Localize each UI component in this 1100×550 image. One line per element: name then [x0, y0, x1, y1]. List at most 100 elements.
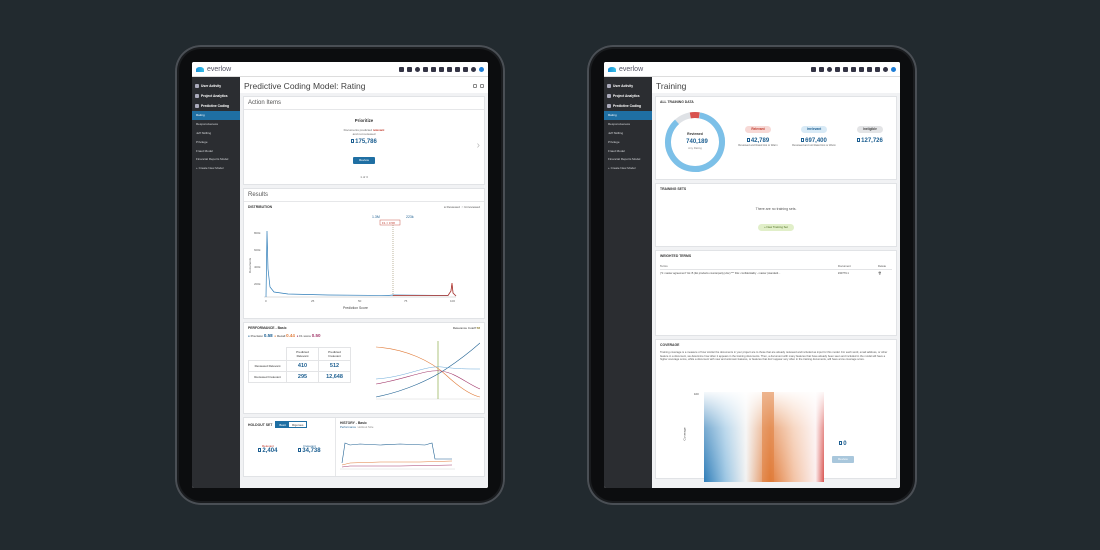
search-icon[interactable]	[415, 66, 420, 72]
avatar[interactable]	[479, 66, 484, 72]
sidebar-section-predictive-coding[interactable]: Predictive Coding	[604, 101, 652, 111]
gem-icon[interactable]	[463, 66, 468, 72]
coverage-side: 0 Review	[832, 441, 854, 465]
chart-icon[interactable]	[423, 66, 428, 72]
history-section: HISTORY - Basic Performance Holdout Size	[336, 418, 484, 476]
row-header: Reviewed Irrelevant	[248, 371, 287, 383]
sidebar-item-fraud-model[interactable]: Fraud Model	[192, 146, 240, 155]
home-icon[interactable]	[811, 66, 816, 72]
document-icon	[839, 441, 843, 446]
wt-document[interactable]: #40779.1	[838, 272, 878, 275]
holdout-irrelevant-value: 34,738	[302, 448, 321, 454]
all-training-panel: ALL TRAINING DATA Reviewed 740,189 Any R…	[655, 96, 897, 180]
toolbar-icons	[811, 66, 896, 72]
holdout-toggle[interactable]: Basic Rigorous	[275, 421, 308, 428]
sidebar-item-create-model[interactable]: + Create New Model	[604, 164, 652, 173]
sidebar-item-create-model[interactable]: + Create New Model	[192, 164, 240, 173]
reviewed-curve	[265, 230, 457, 298]
sidebar-item-rating[interactable]: Rating	[604, 111, 652, 120]
gem-icon[interactable]	[875, 66, 880, 72]
toggle-basic[interactable]: Basic	[276, 422, 290, 427]
bell-icon[interactable]	[867, 66, 872, 72]
history-chart	[340, 442, 455, 470]
edit-icon[interactable]	[431, 66, 436, 72]
distribution-chart: 1.3M 223k F1 = 0.58 800k 600k 400k 200k	[248, 215, 457, 310]
users-icon[interactable]	[819, 66, 824, 72]
sidebar-item-financial-reports[interactable]: Financial Reports Model	[192, 155, 240, 164]
relevance-cutoff-label: Relevance Cutoff	[452, 326, 476, 330]
sidebar-item-responsiveness[interactable]: Responsiveness	[192, 120, 240, 129]
help-icon[interactable]	[883, 66, 888, 72]
everlow-logo[interactable]: everlow	[196, 66, 231, 73]
document-icon	[857, 138, 861, 143]
document-icon	[351, 139, 355, 144]
trash-icon[interactable]: 🗑	[878, 272, 892, 275]
sidebar-item-fraud-model[interactable]: Fraud Model	[604, 146, 652, 155]
chart-icon[interactable]	[835, 66, 840, 72]
pager: 1 of 3	[360, 175, 368, 179]
coverage-review-button[interactable]: Review	[832, 455, 854, 463]
sidebar-item-rating[interactable]: Rating	[192, 111, 240, 120]
prioritize-count: 175,786	[355, 139, 377, 145]
sidebar-section-project-analytics[interactable]: Project Analytics	[192, 91, 240, 101]
sidebar-item-financial-reports[interactable]: Financial Reports Model	[604, 155, 652, 164]
relevant-curve	[393, 282, 457, 297]
document-icon	[746, 138, 750, 143]
prioritize-card: Prioritize Documents predicted relevant …	[244, 110, 484, 184]
stat-desc: Reviewed and Rated Hot or Warm	[738, 144, 778, 147]
stat-value: 127,726	[861, 138, 883, 144]
trash-icon[interactable]	[480, 84, 484, 88]
avatar[interactable]	[891, 66, 896, 72]
chevron-right-icon[interactable]: ›	[477, 140, 480, 151]
sidebar-section-user-activity[interactable]: User Activity	[192, 81, 240, 91]
tree-icon[interactable]	[447, 66, 452, 72]
sidebar-item-jeff-skilling[interactable]: Jeff Skilling	[192, 129, 240, 138]
sidebar-item-privilege[interactable]: Privilege	[192, 137, 240, 146]
search-icon[interactable]	[827, 66, 832, 72]
y-axis-label: Documents	[248, 257, 252, 273]
mail-icon[interactable]	[439, 66, 444, 72]
distribution-section: DISTRIBUTION ● Reviewed ○ Unreviewed 1.3…	[244, 202, 484, 318]
donut-label: Reviewed	[687, 132, 703, 136]
donut-value: 740,189	[686, 139, 708, 145]
share-icon[interactable]	[473, 84, 477, 88]
holdout-history-panel: HOLDOUT SET Basic Rigorous Relevant 2,404 …	[243, 417, 485, 477]
tree-icon[interactable]	[859, 66, 864, 72]
sidebar-item-privilege[interactable]: Privilege	[604, 137, 652, 146]
new-training-set-button[interactable]: + New Training Set	[758, 223, 794, 231]
sidebar: User Activity Project Analytics Predicti…	[604, 77, 652, 488]
right-tablet: everlow User Activity Project Analytics …	[587, 45, 917, 505]
secondary-curve	[376, 366, 480, 380]
f1-value: 0.50	[311, 333, 321, 338]
xtick: 50	[358, 299, 362, 303]
cell-value: 12,648	[318, 371, 351, 383]
page-title: Predictive Coding Model: Rating	[244, 81, 366, 91]
bell-icon[interactable]	[455, 66, 460, 72]
sidebar-section-user-activity[interactable]: User Activity	[604, 81, 652, 91]
sidebar-section-project-analytics[interactable]: Project Analytics	[604, 91, 652, 101]
sidebar-section-predictive-coding[interactable]: Predictive Coding	[192, 101, 240, 111]
history-line-1	[341, 442, 452, 464]
marker-right-label: 223k	[406, 215, 414, 219]
sidebar-section-label: Project Analytics	[201, 94, 228, 98]
xtick: 0	[265, 299, 267, 303]
home-icon[interactable]	[399, 66, 404, 72]
relevance-cutoff: Relevance Cutoff 58	[453, 326, 480, 330]
coverage-panel: COVERAGE Training coverage is a measure …	[655, 339, 897, 482]
everlow-logo[interactable]: everlow	[608, 66, 643, 73]
mail-icon[interactable]	[851, 66, 856, 72]
help-icon[interactable]	[471, 66, 476, 72]
recall-value: 0.44	[286, 333, 295, 338]
users-icon[interactable]	[407, 66, 412, 72]
activity-icon	[195, 84, 199, 88]
stat-label: Ineligible	[857, 125, 883, 133]
edit-icon[interactable]	[843, 66, 848, 72]
analytics-icon	[607, 94, 611, 98]
marker-left-label: 1.3M	[372, 215, 380, 219]
no-sets-message: There are no training sets.	[755, 207, 797, 211]
sidebar-item-jeff-skilling[interactable]: Jeff Skilling	[604, 129, 652, 138]
sidebar-item-responsiveness[interactable]: Responsiveness	[604, 120, 652, 129]
toggle-rigorous[interactable]: Rigorous	[289, 422, 306, 427]
confusion-table: Predicted Relevant Predicted Irrelevant R…	[248, 347, 351, 383]
review-button[interactable]: Review	[353, 156, 375, 164]
